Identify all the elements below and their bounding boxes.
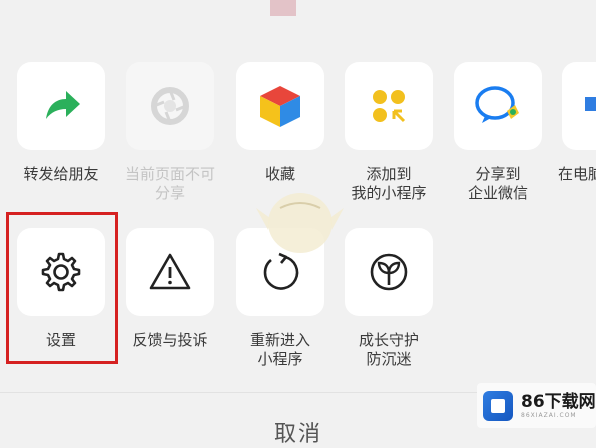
share-disabled-tile	[126, 62, 214, 150]
computer-label: 在电脑	[558, 165, 596, 183]
feedback-tile[interactable]	[126, 228, 214, 316]
wecom-tile[interactable]	[454, 62, 542, 150]
mascot-watermark	[256, 193, 344, 253]
sprout-icon	[370, 253, 408, 291]
site-watermark: 86下载网 86XIAZAI.COM	[477, 383, 596, 428]
brand-site: 86XIAZAI.COM	[521, 411, 577, 419]
settings-highlight-box	[6, 212, 118, 364]
mini-program-icon	[373, 90, 406, 123]
favorite-tile[interactable]	[236, 62, 324, 150]
cube-icon	[260, 86, 300, 127]
brand-name: 86下载网	[521, 391, 596, 412]
top-color-mark	[270, 0, 296, 16]
forward-tile[interactable]	[17, 62, 105, 150]
shutter-icon	[151, 87, 189, 125]
forward-label: 转发给朋友	[23, 165, 99, 183]
add-mini-program-tile[interactable]	[345, 62, 433, 150]
wecom-icon	[475, 86, 519, 123]
growth-guard-label: 成长守护 防沉迷	[358, 331, 419, 368]
feedback-label: 反馈与投诉	[132, 331, 208, 349]
reenter-label: 重新进入 小程序	[249, 331, 310, 368]
computer-tile[interactable]	[562, 62, 596, 150]
forward-arrow-icon	[46, 91, 80, 119]
warning-icon	[149, 253, 191, 290]
growth-guard-tile[interactable]	[345, 228, 433, 316]
computer-icon	[585, 97, 596, 111]
share-disabled-label: 当前页面不可 分享	[124, 165, 215, 202]
brand-logo-icon	[483, 390, 513, 421]
wecom-label: 分享到 企业微信	[467, 165, 528, 202]
